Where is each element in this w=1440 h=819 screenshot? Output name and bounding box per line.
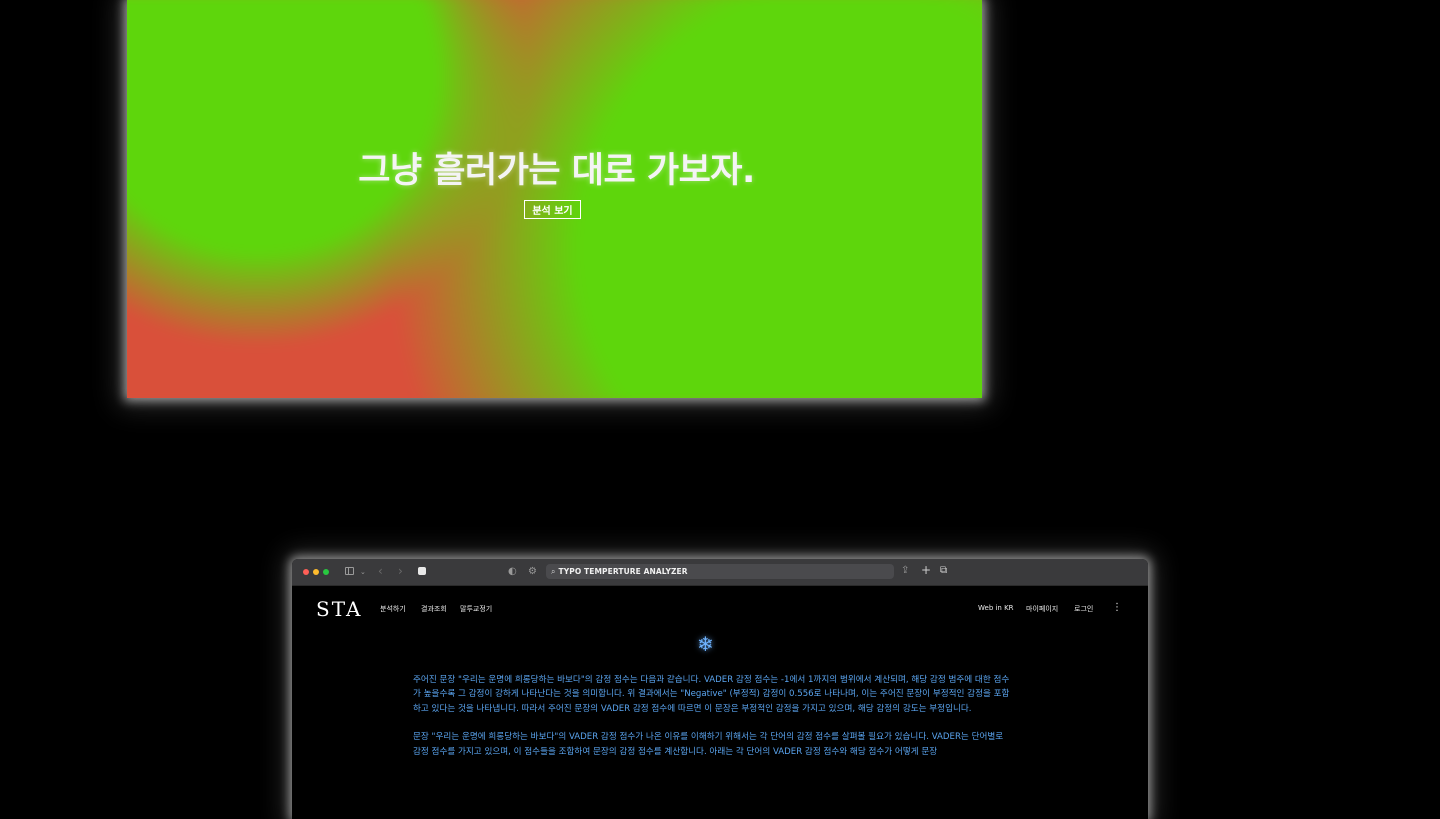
view-analysis-button[interactable]: 분석 보기 [524, 200, 581, 219]
hero-title: 그냥 흘러가는 대로 가보자. [358, 151, 755, 191]
analysis-text: 주어진 문장 "우리는 운명에 희롱당하는 바보다"의 감정 점수는 다음과 같… [413, 673, 1013, 773]
gradient-background [127, 0, 982, 398]
snowflake-icon: ❄ [697, 632, 714, 656]
nav-item-mypage[interactable]: 마이페이지 [1026, 604, 1058, 614]
paragraph: 문장 "우리는 운명에 희롱당하는 바보다"의 VADER 감정 점수가 나온 … [413, 732, 1004, 757]
nav-item-login[interactable]: 로그인 [1074, 604, 1093, 614]
browser-toolbar: ⌄ ‹ › ◐ ⚙ ⌕ TYPO TEMPERTURE ANALYZER ⇪ +… [292, 559, 1148, 586]
address-bar[interactable]: ⌕ TYPO TEMPERTURE ANALYZER [546, 564, 894, 579]
share-icon[interactable]: ⇪ [901, 566, 909, 576]
close-window-button[interactable] [303, 569, 309, 575]
forward-icon[interactable]: › [398, 565, 403, 577]
browser-window: ⌄ ‹ › ◐ ⚙ ⌕ TYPO TEMPERTURE ANALYZER ⇪ +… [292, 559, 1148, 819]
nav-item-results[interactable]: 결과조회 [421, 604, 447, 614]
chevron-down-icon[interactable]: ⌄ [360, 567, 366, 577]
hero-card: 그냥 흘러가는 대로 가보자. 분석 보기 [127, 0, 982, 398]
zoom-window-button[interactable] [323, 569, 329, 575]
new-tab-icon[interactable]: + [921, 564, 931, 576]
site-navbar: STA 분석하기 결과조회 말투교정기 Web in KR 마이페이지 로그인 … [292, 586, 1148, 632]
sidebar-toggle-icon[interactable] [345, 567, 354, 575]
kebab-icon[interactable]: ⋮ [1112, 603, 1122, 613]
nav-item-language[interactable]: Web in KR [978, 604, 1014, 612]
nav-item-tone-corrector[interactable]: 말투교정기 [460, 604, 492, 614]
minimize-window-button[interactable] [313, 569, 319, 575]
privacy-shield-icon[interactable]: ◐ [508, 567, 517, 577]
gear-icon[interactable]: ⚙ [528, 567, 537, 577]
address-text: TYPO TEMPERTURE ANALYZER [558, 567, 688, 576]
search-icon: ⌕ [551, 566, 556, 576]
site-logo[interactable]: STA [316, 597, 362, 621]
tab-favicon-icon[interactable] [418, 567, 426, 575]
paragraph: 주어진 문장 "우리는 운명에 희롱당하는 바보다"의 감정 점수는 다음과 같… [413, 675, 1010, 714]
back-icon[interactable]: ‹ [378, 565, 383, 577]
tab-overview-icon[interactable]: ⧉ [940, 566, 947, 576]
nav-item-analyze[interactable]: 분석하기 [380, 604, 406, 614]
